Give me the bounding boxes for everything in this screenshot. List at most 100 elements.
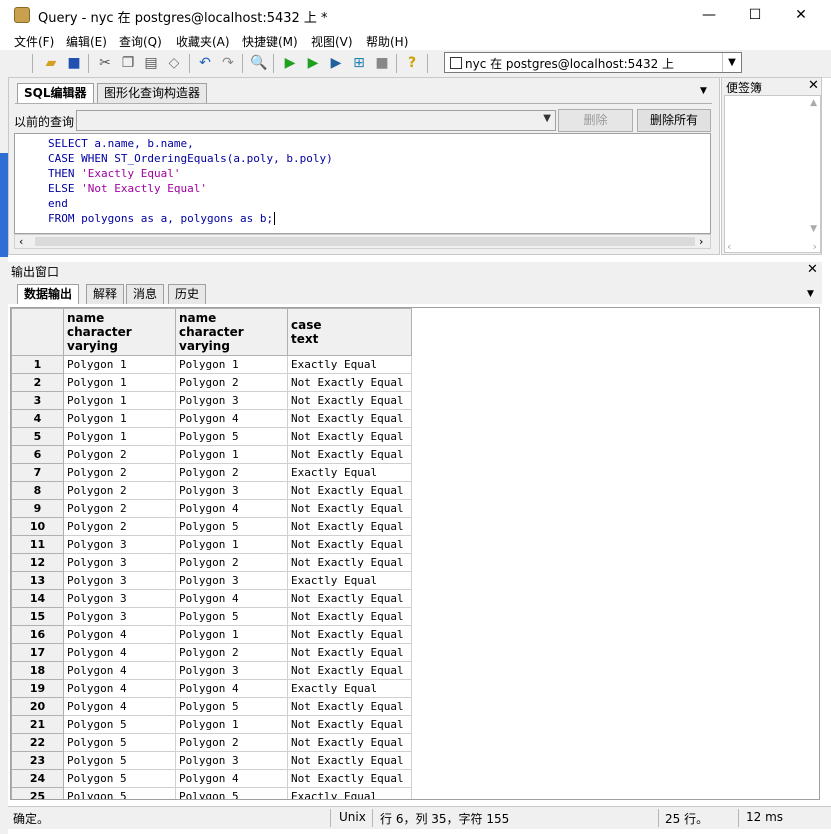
table-cell[interactable]: Not Exactly Equal	[287, 733, 412, 752]
table-row[interactable]: 22 Polygon 5 Polygon 2 Not Exactly Equal	[11, 733, 412, 752]
table-row[interactable]: 4 Polygon 1 Polygon 4 Not Exactly Equal	[11, 409, 412, 428]
tab-explain[interactable]: 解释	[86, 284, 125, 304]
panel-menu-icon[interactable]: ▼	[700, 86, 707, 96]
table-cell[interactable]: Polygon 4	[175, 589, 288, 608]
table-cell[interactable]: Polygon 1	[175, 355, 288, 374]
table-row[interactable]: 19 Polygon 4 Polygon 4 Exactly Equal	[11, 679, 412, 698]
redo-icon[interactable]: ↷	[219, 54, 237, 72]
scroll-right-icon[interactable]: ›	[813, 240, 817, 253]
scroll-left-icon[interactable]: ‹	[19, 235, 23, 248]
table-cell[interactable]: Polygon 5	[175, 427, 288, 446]
table-cell[interactable]: Polygon 5	[175, 697, 288, 716]
table-cell[interactable]: Polygon 4	[63, 625, 176, 644]
table-cell[interactable]: Not Exactly Equal	[287, 535, 412, 554]
table-cell[interactable]: Polygon 4	[63, 679, 176, 698]
table-cell[interactable]: Polygon 3	[175, 571, 288, 590]
table-row[interactable]: 24 Polygon 5 Polygon 4 Not Exactly Equal	[11, 769, 412, 788]
help-icon[interactable]: ?	[403, 54, 421, 72]
table-cell[interactable]: Polygon 4	[175, 769, 288, 788]
table-cell[interactable]: Not Exactly Equal	[287, 697, 412, 716]
tab-messages[interactable]: 消息	[126, 284, 165, 304]
table-cell[interactable]: Not Exactly Equal	[287, 409, 412, 428]
cancel-query-icon[interactable]: ■	[373, 54, 391, 72]
table-row[interactable]: 18 Polygon 4 Polygon 3 Not Exactly Equal	[11, 661, 412, 680]
table-row[interactable]: 23 Polygon 5 Polygon 3 Not Exactly Equal	[11, 751, 412, 770]
chevron-down-icon[interactable]: ▼	[722, 53, 741, 72]
table-cell[interactable]: Not Exactly Equal	[287, 391, 412, 410]
table-cell[interactable]: Polygon 3	[175, 481, 288, 500]
table-row[interactable]: 1 Polygon 1 Polygon 1 Exactly Equal	[11, 355, 412, 374]
table-cell[interactable]: Polygon 1	[63, 391, 176, 410]
row-number[interactable]: 17	[11, 643, 64, 662]
table-cell[interactable]: Polygon 3	[175, 391, 288, 410]
table-row[interactable]: 6 Polygon 2 Polygon 1 Not Exactly Equal	[11, 445, 412, 464]
table-cell[interactable]: Not Exactly Equal	[287, 643, 412, 662]
table-cell[interactable]: Polygon 1	[175, 625, 288, 644]
table-cell[interactable]: Polygon 2	[175, 643, 288, 662]
notepad-text-area[interactable]: ▲ ▼ ‹ ›	[724, 95, 821, 253]
table-cell[interactable]: Polygon 4	[175, 409, 288, 428]
table-row[interactable]: 16 Polygon 4 Polygon 1 Not Exactly Equal	[11, 625, 412, 644]
table-cell[interactable]: Not Exactly Equal	[287, 625, 412, 644]
table-cell[interactable]: Not Exactly Equal	[287, 445, 412, 464]
maximize-button[interactable]: ☐	[732, 0, 778, 30]
execute-icon[interactable]: ▶	[281, 54, 299, 72]
table-row[interactable]: 2 Polygon 1 Polygon 2 Not Exactly Equal	[11, 373, 412, 392]
table-cell[interactable]: Polygon 3	[175, 661, 288, 680]
table-cell[interactable]: Not Exactly Equal	[287, 715, 412, 734]
table-cell[interactable]: Polygon 5	[63, 769, 176, 788]
table-cell[interactable]: Not Exactly Equal	[287, 517, 412, 536]
row-number[interactable]: 18	[11, 661, 64, 680]
table-cell[interactable]: Exactly Equal	[287, 355, 412, 374]
table-cell[interactable]: Not Exactly Equal	[287, 499, 412, 518]
row-number[interactable]: 11	[11, 535, 64, 554]
previous-query-select[interactable]: ▼	[76, 110, 556, 131]
row-number[interactable]: 13	[11, 571, 64, 590]
table-row[interactable]: 15 Polygon 3 Polygon 5 Not Exactly Equal	[11, 607, 412, 626]
table-row[interactable]: 17 Polygon 4 Polygon 2 Not Exactly Equal	[11, 643, 412, 662]
table-row[interactable]: 21 Polygon 5 Polygon 1 Not Exactly Equal	[11, 715, 412, 734]
table-cell[interactable]: Not Exactly Equal	[287, 373, 412, 392]
table-row[interactable]: 3 Polygon 1 Polygon 3 Not Exactly Equal	[11, 391, 412, 410]
table-cell[interactable]: Polygon 2	[175, 373, 288, 392]
row-number[interactable]: 5	[11, 427, 64, 446]
table-cell[interactable]: Polygon 2	[175, 463, 288, 482]
table-cell[interactable]: Polygon 1	[175, 445, 288, 464]
row-number[interactable]: 14	[11, 589, 64, 608]
row-number[interactable]: 12	[11, 553, 64, 572]
tab-data-output[interactable]: 数据输出	[17, 284, 80, 304]
row-number[interactable]: 2	[11, 373, 64, 392]
tab-graphical-query-builder[interactable]: 图形化查询构造器	[97, 83, 208, 103]
copy-icon[interactable]: ❐	[119, 54, 137, 72]
scroll-thumb[interactable]	[35, 237, 695, 246]
close-button[interactable]: ✕	[778, 0, 824, 30]
table-row[interactable]: 14 Polygon 3 Polygon 4 Not Exactly Equal	[11, 589, 412, 608]
row-number[interactable]: 7	[11, 463, 64, 482]
menu-shortcuts[interactable]: 快捷键(M)	[242, 33, 298, 50]
table-row[interactable]: 8 Polygon 2 Polygon 3 Not Exactly Equal	[11, 481, 412, 500]
table-cell[interactable]: Not Exactly Equal	[287, 769, 412, 788]
editor-horizontal-scrollbar[interactable]: ‹ ›	[14, 234, 711, 249]
menu-query[interactable]: 查询(Q)	[119, 33, 162, 50]
scroll-left-icon[interactable]: ‹	[727, 240, 731, 253]
table-cell[interactable]: Polygon 5	[63, 751, 176, 770]
row-number[interactable]: 23	[11, 751, 64, 770]
close-icon[interactable]: ✕	[807, 262, 818, 277]
scroll-right-icon[interactable]: ›	[699, 235, 703, 248]
table-cell[interactable]: Polygon 2	[63, 481, 176, 500]
table-cell[interactable]: Polygon 3	[63, 589, 176, 608]
open-folder-icon[interactable]: ▰	[42, 54, 60, 72]
table-cell[interactable]: Not Exactly Equal	[287, 661, 412, 680]
row-number[interactable]: 25	[11, 787, 64, 799]
column-header[interactable]: name character varying	[175, 308, 288, 356]
table-cell[interactable]: Polygon 2	[175, 553, 288, 572]
table-cell[interactable]: Exactly Equal	[287, 679, 412, 698]
close-icon[interactable]: ✕	[808, 78, 819, 93]
execute-pgscript-icon[interactable]: ▶	[304, 54, 322, 72]
table-row[interactable]: 5 Polygon 1 Polygon 5 Not Exactly Equal	[11, 427, 412, 446]
menu-edit[interactable]: 编辑(E)	[66, 33, 107, 50]
row-number[interactable]: 4	[11, 409, 64, 428]
column-header[interactable]: case text	[287, 308, 412, 356]
table-cell[interactable]: Polygon 1	[63, 355, 176, 374]
table-row[interactable]: 7 Polygon 2 Polygon 2 Exactly Equal	[11, 463, 412, 482]
